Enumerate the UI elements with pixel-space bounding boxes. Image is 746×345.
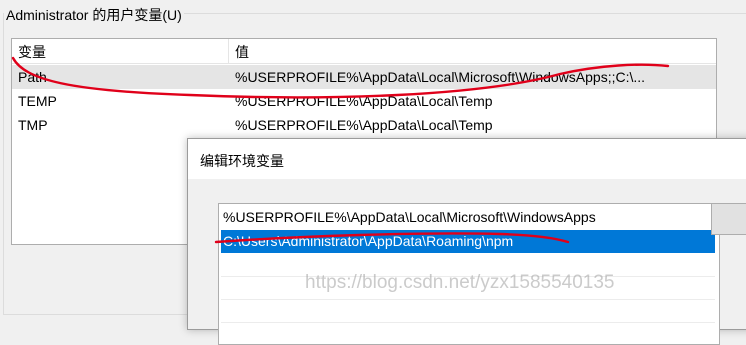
watermark: https://blog.csdn.net/yzx1585540135 [305, 272, 615, 293]
row-value: %USERPROFILE%\AppData\Local\Temp [235, 93, 493, 109]
row-value: %USERPROFILE%\AppData\Local\Microsoft\Wi… [235, 69, 646, 85]
table-row-tmp[interactable]: TMP %USERPROFILE%\AppData\Local\Temp [12, 113, 716, 137]
dialog-title: 编辑环境变量 [200, 153, 284, 169]
list-item[interactable]: %USERPROFILE%\AppData\Local\Microsoft\Wi… [221, 206, 715, 229]
dialog-titlebar[interactable]: 编辑环境变量 [188, 139, 746, 179]
table-row-path[interactable]: Path %USERPROFILE%\AppData\Local\Microso… [12, 65, 716, 89]
column-header-name[interactable]: 变量 [12, 39, 229, 63]
list-divider [221, 322, 715, 323]
edit-env-dialog: 编辑环境变量 %USERPROFILE%\AppData\Local\Micro… [187, 138, 746, 345]
row-name: Path [18, 69, 47, 85]
table-row-temp[interactable]: TEMP %USERPROFILE%\AppData\Local\Temp [12, 89, 716, 113]
column-header-value[interactable]: 值 [229, 39, 719, 63]
list-item-selected[interactable]: C:\Users\Administrator\AppData\Roaming\n… [221, 230, 715, 253]
new-button[interactable] [711, 203, 746, 235]
row-name: TMP [18, 117, 48, 133]
row-value: %USERPROFILE%\AppData\Local\Temp [235, 117, 493, 133]
user-variables-title: Administrator 的用户变量(U) [4, 5, 184, 25]
list-divider [221, 299, 715, 300]
list-header: 变量 值 [12, 39, 716, 64]
row-name: TEMP [18, 93, 57, 109]
